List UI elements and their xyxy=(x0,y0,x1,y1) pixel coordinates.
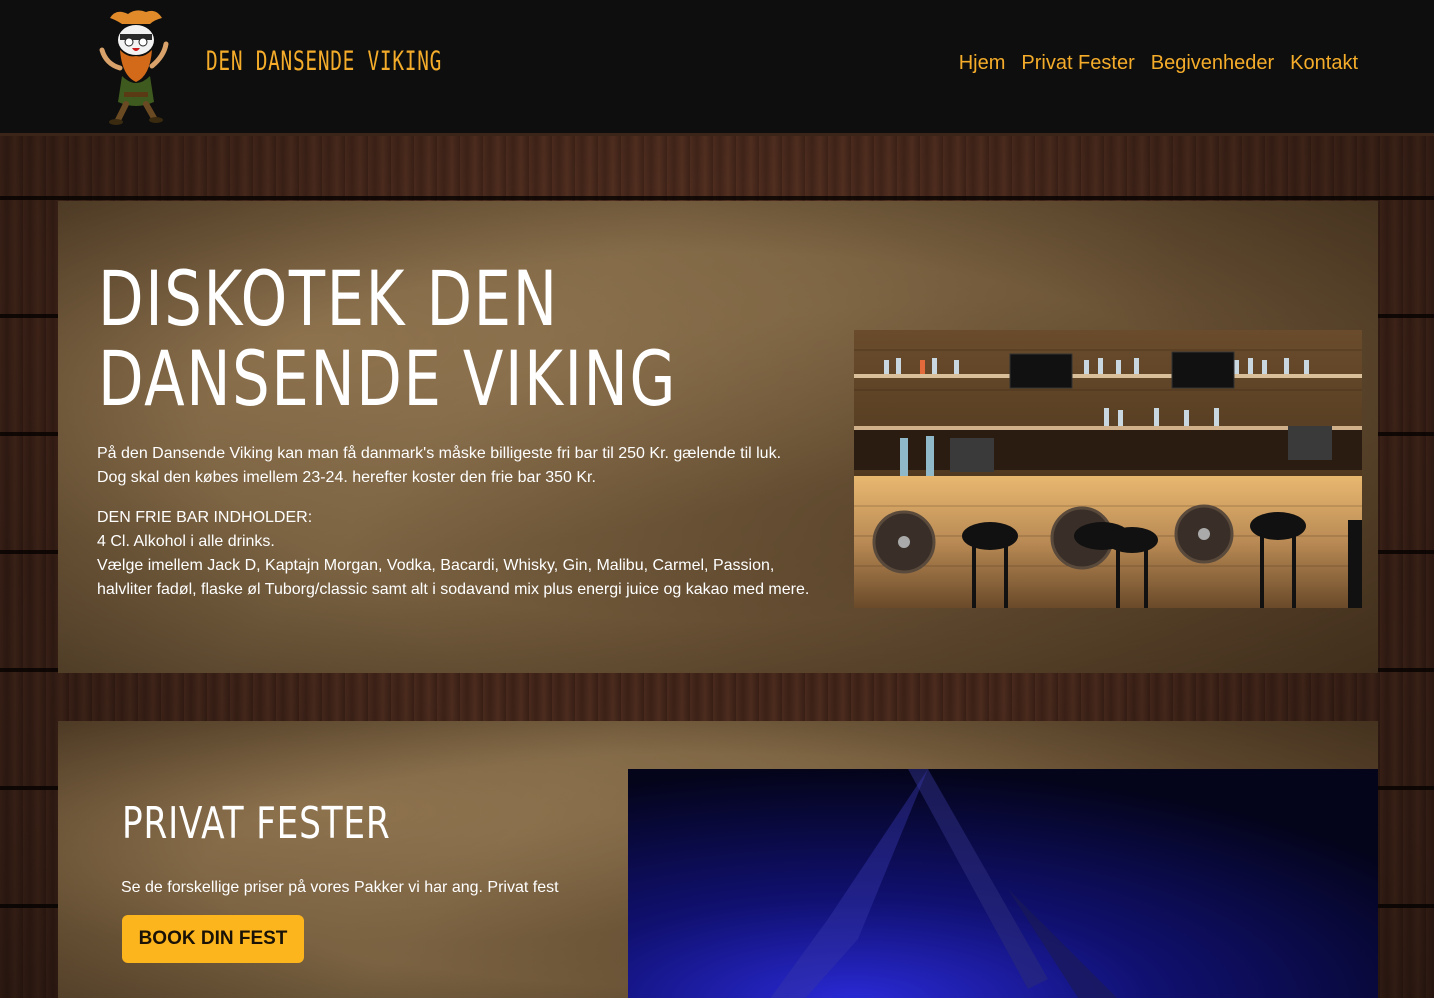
hero-intro-line2: Dog skal den købes imellem 23-24. hereft… xyxy=(97,469,596,486)
bar-interior-photo xyxy=(854,330,1362,608)
brand-name[interactable]: DEN DANSENDE VIKING xyxy=(206,46,442,77)
free-bar-line1: 4 Cl. Alkohol i alle drinks. xyxy=(97,533,275,550)
hero-intro-line1: På den Dansende Viking kan man få danmar… xyxy=(97,445,782,462)
hero-intro: På den Dansende Viking kan man få danmar… xyxy=(97,442,837,490)
free-bar-heading: DEN FRIE BAR INDHOLDER: xyxy=(97,509,313,526)
site-header: DEN DANSENDE VIKING Hjem Privat Fester B… xyxy=(0,0,1434,136)
free-bar-line3: halvliter fadøl, flaske øl Tuborg/classi… xyxy=(97,581,810,598)
hero-title: Diskotek Den Dansende Viking xyxy=(98,254,677,423)
private-party-title: Privat Fester xyxy=(122,798,391,849)
book-party-button[interactable]: BOOK DIN FEST xyxy=(122,915,304,963)
nav-begivenheder[interactable]: Begivenheder xyxy=(1151,52,1274,75)
free-bar-info: DEN FRIE BAR INDHOLDER: 4 Cl. Alkohol i … xyxy=(97,506,837,602)
hero-panel: Diskotek Den Dansende Viking På den Dans… xyxy=(58,201,1378,673)
dance-floor-photo xyxy=(628,769,1378,998)
nav-privat-fester[interactable]: Privat Fester xyxy=(1021,52,1134,75)
main-nav: Hjem Privat Fester Begivenheder Kontakt xyxy=(959,52,1358,75)
private-party-text: Se de forskellige priser på vores Pakker… xyxy=(121,879,559,896)
private-party-panel: Privat Fester Se de forskellige priser p… xyxy=(58,721,1378,998)
viking-logo-icon[interactable] xyxy=(96,6,176,128)
hero-text: På den Dansende Viking kan man få danmar… xyxy=(97,442,837,618)
nav-kontakt[interactable]: Kontakt xyxy=(1290,52,1358,75)
free-bar-line2: Vælge imellem Jack D, Kaptajn Morgan, Vo… xyxy=(97,557,775,574)
nav-hjem[interactable]: Hjem xyxy=(959,52,1006,75)
